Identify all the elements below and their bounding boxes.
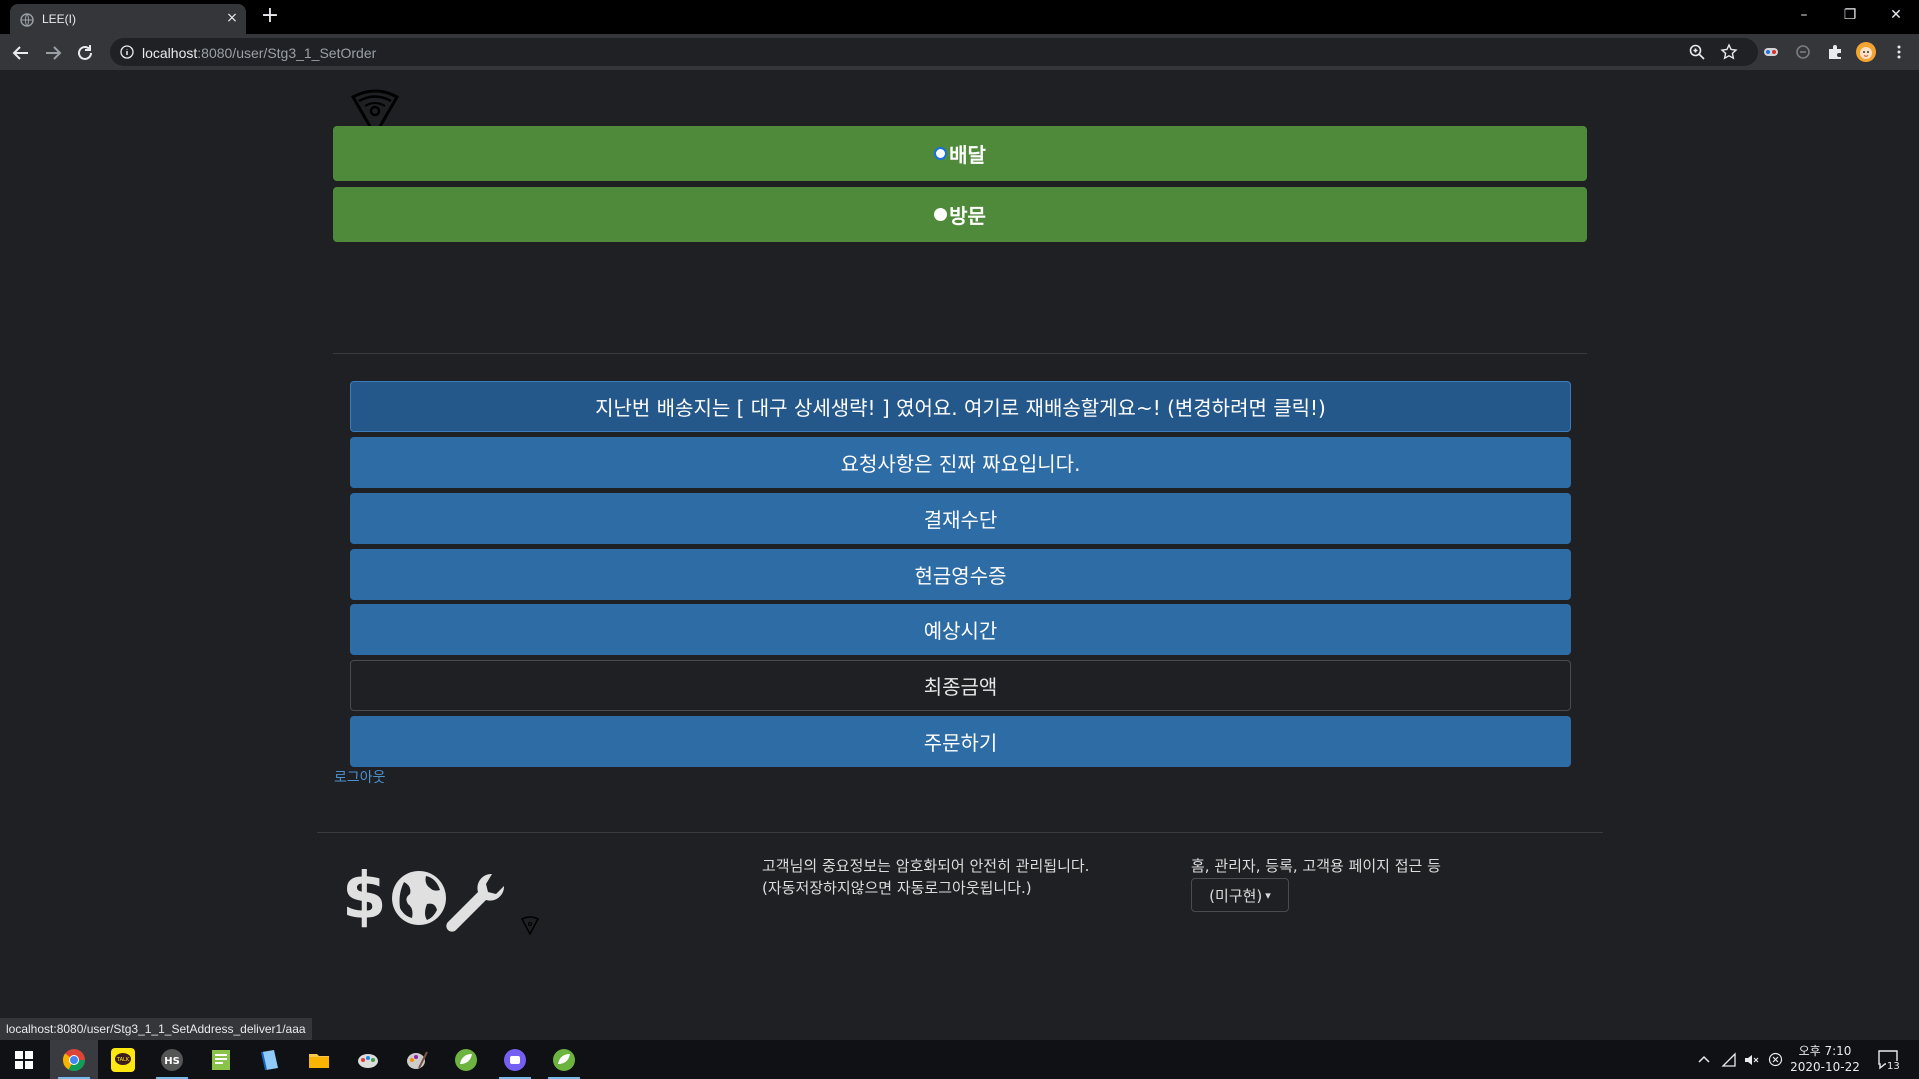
bookmark-star-icon[interactable] — [1720, 43, 1738, 61]
final-amount-field: 최종금액 — [350, 660, 1571, 711]
status-url-bar: localhost:8080/user/Stg3_1_1_SetAddress_… — [0, 1018, 312, 1040]
tab-title: LEE(I) — [42, 12, 77, 26]
new-tab-button[interactable]: + — [258, 5, 282, 29]
volume-muted-icon[interactable] — [1743, 1052, 1759, 1068]
payment-method-button[interactable]: 결재수단 — [350, 493, 1571, 544]
globe-favicon-icon — [20, 13, 34, 27]
minimize-button[interactable]: – — [1781, 0, 1827, 30]
windows-taskbar: TALK HS 오후 7:10 2020-10-22 13 — [0, 1040, 1919, 1079]
url-host: localhost — [142, 45, 198, 61]
windows-logo-icon — [15, 1050, 33, 1069]
dropdown-label: (미구현) — [1209, 886, 1263, 905]
visit-option-button[interactable]: 방문 — [333, 187, 1587, 242]
url-text: localhost:8080/user/Stg3_1_SetOrder — [142, 45, 376, 61]
forward-icon[interactable] — [42, 42, 64, 64]
tab-close-icon[interactable]: × — [224, 10, 240, 26]
clock-date: 2020-10-22 — [1790, 1060, 1860, 1074]
restore-button[interactable]: ❐ — [1827, 0, 1873, 30]
delivery-radio[interactable] — [934, 147, 948, 160]
chrome-menu-icon[interactable] — [1890, 43, 1908, 61]
footer-dropdown[interactable]: (미구현) ▾ — [1191, 878, 1289, 912]
palette-icon — [407, 1051, 428, 1069]
info-icon[interactable] — [120, 45, 134, 59]
taskbar-book[interactable] — [246, 1040, 294, 1079]
taskbar-paint[interactable] — [344, 1040, 392, 1079]
chrome-icon — [62, 1048, 85, 1071]
spring-leaf-icon — [455, 1048, 477, 1071]
divider — [333, 353, 1587, 354]
spring-leaf-2-icon — [553, 1048, 575, 1071]
notepad-icon — [212, 1049, 230, 1070]
hs-icon: HS — [161, 1048, 183, 1071]
taskbar-spring-tool[interactable] — [442, 1040, 490, 1079]
address-bar[interactable]: localhost:8080/user/Stg3_1_SetOrder — [110, 38, 1758, 66]
tab-strip: LEE(I) × + – ❐ ✕ — [0, 0, 1919, 34]
globe-icon — [392, 871, 446, 925]
security-notice: 고객님의 중요정보는 암호화되어 안전히 관리됩니다. (자동저장하지않으면 자… — [762, 855, 1089, 899]
url-path: :8080/user/Stg3_1_SetOrder — [197, 45, 377, 61]
small-pizza-icon — [520, 916, 540, 936]
request-note-button[interactable]: 요청사항은 진짜 짜요입니다. — [350, 437, 1571, 488]
notification-badge: 13 — [1886, 1061, 1901, 1072]
taskbar-hs[interactable]: HS — [148, 1040, 196, 1079]
profile-avatar-icon[interactable] — [1856, 42, 1876, 62]
visit-radio[interactable] — [934, 208, 948, 221]
taskbar-clock[interactable]: 오후 7:10 2020-10-22 — [1790, 1043, 1860, 1075]
tray-expand-icon[interactable] — [1697, 1053, 1711, 1067]
footer-links-text: 홈, 관리자, 등록, 고객용 페이지 접근 등 — [1191, 857, 1441, 875]
dollar-icon: $ — [342, 860, 387, 934]
svg-text:TALK: TALK — [116, 1057, 130, 1063]
chevron-down-icon: ▾ — [1265, 888, 1271, 902]
network-icon[interactable] — [1721, 1052, 1737, 1068]
page-content: 배달 방문 지난번 배송지는 [ 대구 상세생략! ] 였어요. 여기로 재배송… — [0, 70, 1919, 1040]
taskbar-paint-2[interactable] — [393, 1040, 441, 1079]
taskbar-file-explorer[interactable] — [295, 1040, 343, 1079]
book-icon — [261, 1049, 278, 1070]
browser-tab[interactable]: LEE(I) × — [10, 4, 246, 34]
taskbar-notepad[interactable] — [197, 1040, 245, 1079]
place-order-button[interactable]: 주문하기 — [350, 716, 1571, 767]
svg-text:HS: HS — [164, 1056, 180, 1067]
clock-time: 오후 7:10 — [1798, 1044, 1852, 1058]
reload-icon[interactable] — [74, 42, 96, 64]
browser-toolbar: localhost:8080/user/Stg3_1_SetOrder — [0, 34, 1919, 70]
paint-icon — [358, 1053, 378, 1068]
wrench-icon — [446, 873, 505, 932]
footer-icons: $ — [342, 860, 540, 936]
extension-mask-icon[interactable] — [1762, 43, 1780, 61]
windows-start-button[interactable] — [0, 1040, 48, 1079]
notification-center-button[interactable]: 13 — [1876, 1047, 1902, 1073]
close-window-button[interactable]: ✕ — [1873, 0, 1919, 30]
previous-address-button[interactable]: 지난번 배송지는 [ 대구 상세생략! ] 였어요. 여기로 재배송할게요~! … — [350, 381, 1571, 432]
chat-bubble-icon — [504, 1048, 526, 1071]
taskbar-viber[interactable] — [491, 1040, 539, 1079]
svg-text:$: $ — [342, 860, 387, 934]
taskbar-kakaotalk[interactable]: TALK — [99, 1040, 147, 1079]
taskbar-chrome[interactable] — [50, 1040, 98, 1079]
tray-blocked-icon[interactable] — [1768, 1052, 1783, 1067]
cash-receipt-button[interactable]: 현금영수증 — [350, 549, 1571, 600]
extension-circle-icon[interactable] — [1794, 43, 1812, 61]
delivery-label: 배달 — [949, 143, 986, 167]
visit-label: 방문 — [949, 204, 986, 228]
delivery-option-button[interactable]: 배달 — [333, 126, 1587, 181]
zoom-icon[interactable] — [1688, 43, 1706, 61]
logout-link[interactable]: 로그아웃 — [334, 767, 386, 787]
extensions-puzzle-icon[interactable] — [1826, 43, 1844, 61]
security-line-2: (자동저장하지않으면 자동로그아웃됩니다.) — [762, 879, 1032, 897]
kakaotalk-icon: TALK — [111, 1047, 135, 1072]
security-line-1: 고객님의 중요정보는 암호화되어 안전히 관리됩니다. — [762, 857, 1090, 875]
estimated-time-button[interactable]: 예상시간 — [350, 604, 1571, 655]
footer-divider — [317, 832, 1603, 833]
folder-icon — [309, 1053, 329, 1068]
taskbar-spring-tool-2[interactable] — [540, 1040, 588, 1079]
back-icon[interactable] — [10, 42, 32, 64]
